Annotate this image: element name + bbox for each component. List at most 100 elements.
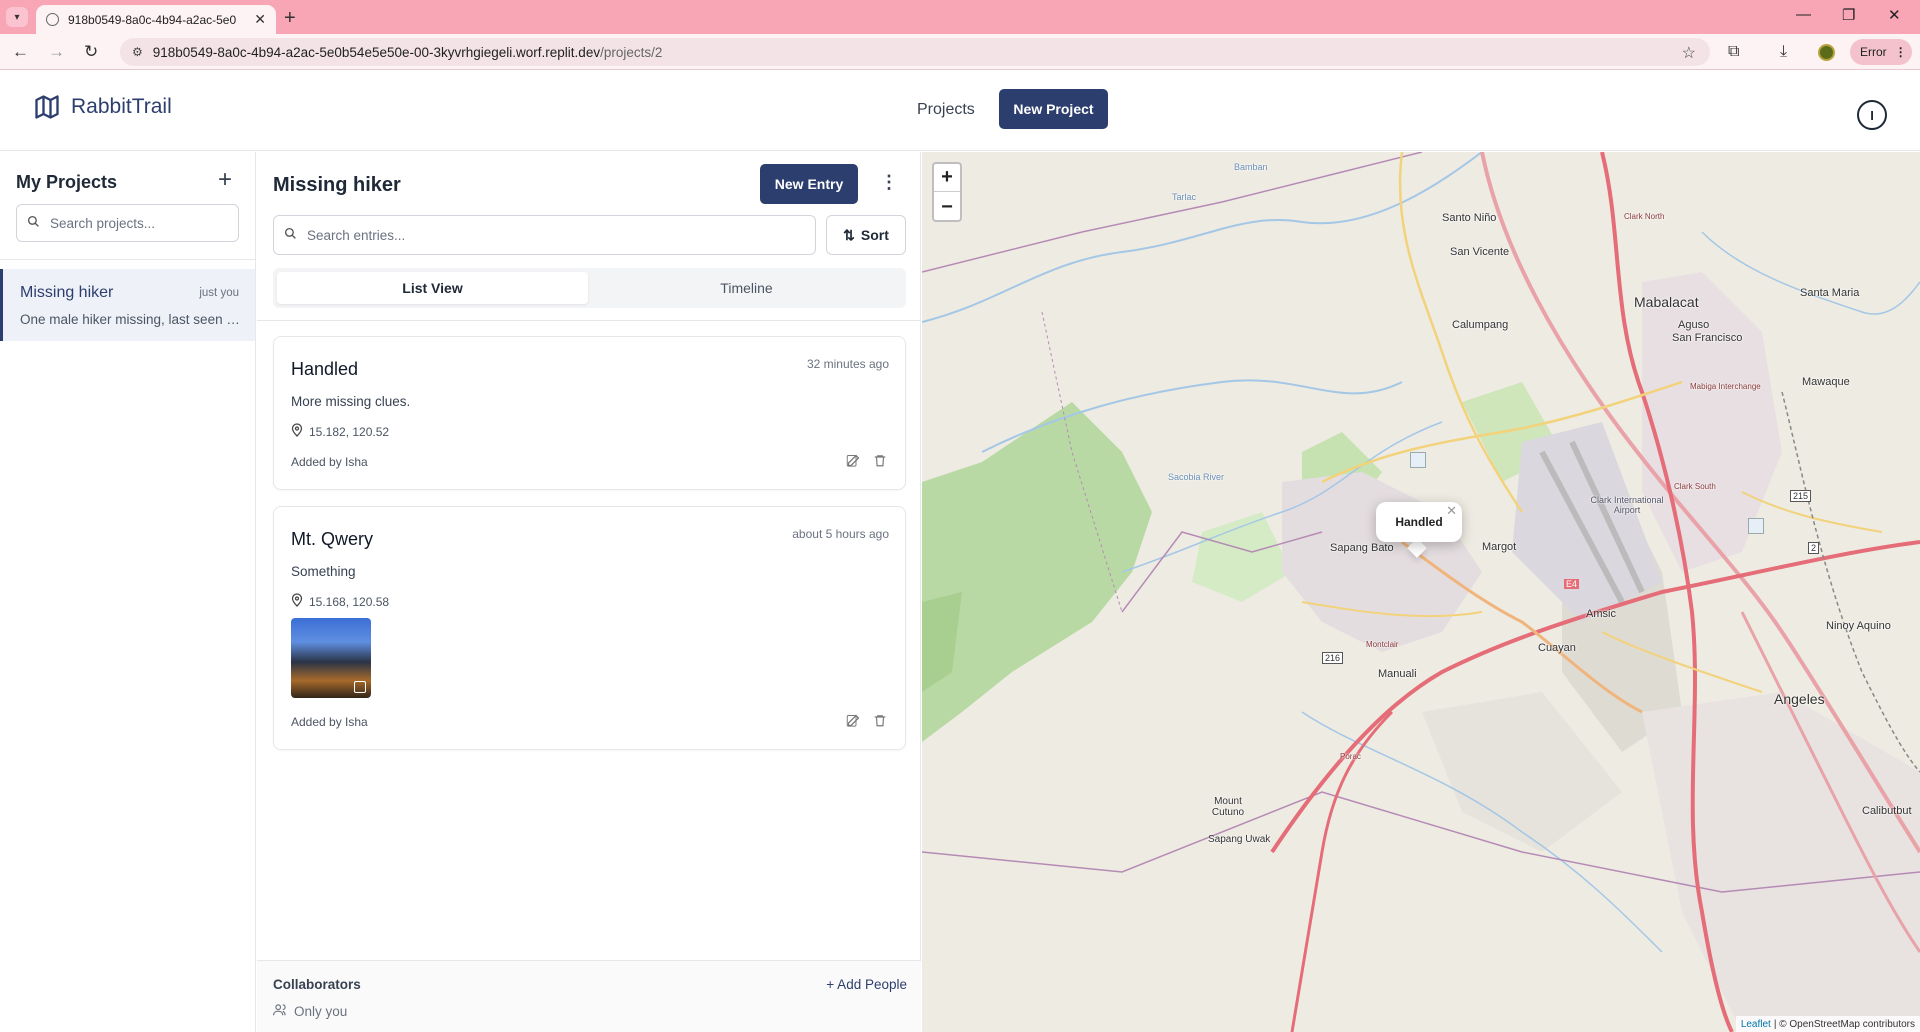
sidebar-title: My Projects [16, 172, 118, 192]
user-avatar[interactable]: I [1857, 100, 1887, 130]
trash-icon[interactable] [873, 713, 887, 733]
leaflet-link[interactable]: Leaflet [1741, 1019, 1771, 1030]
back-button[interactable]: ← [12, 42, 29, 62]
map-icon [35, 95, 59, 119]
new-project-button[interactable]: New Project [999, 89, 1108, 129]
entry-coordinates: 15.182, 120.52 [291, 423, 389, 440]
download-icon[interactable]: ⤓ [1780, 43, 1787, 61]
brand-logo[interactable]: RabbitTrail [33, 93, 172, 121]
entry-actions [846, 453, 887, 473]
image-icon [354, 681, 366, 693]
brand-name: RabbitTrail [71, 95, 172, 118]
trash-icon[interactable] [873, 453, 887, 473]
collaborators-list: Only you [273, 1003, 347, 1019]
url-host: 918b0549-8a0c-4b94-a2ac-5e0b54e5e50e-00-… [152, 44, 601, 60]
add-project-icon[interactable]: + [218, 166, 232, 194]
users-icon [273, 1003, 288, 1019]
map-label: San Francisco [1672, 332, 1743, 344]
map-label: Tarlac [1172, 192, 1197, 202]
project-search-placeholder: Search projects... [50, 215, 156, 231]
map-attribution: Leaflet | © OpenStreetMap contributors [1735, 1016, 1920, 1032]
sort-button[interactable]: ⇅ Sort [826, 215, 906, 255]
project-meta: just you [199, 287, 239, 299]
entry-actions [846, 713, 887, 733]
map-view[interactable]: Santo Niño San Vicente Calumpang Mabalac… [922, 152, 1920, 1032]
entry-description: Something [291, 564, 356, 579]
map-tiles [922, 152, 1920, 1032]
project-list-item[interactable]: Missing hiker just you One male hiker mi… [0, 269, 255, 341]
entry-coordinates-text: 15.182, 120.52 [309, 424, 390, 439]
app-header: RabbitTrail Projects New Project I [0, 71, 1920, 151]
entry-title: Handled [291, 359, 359, 379]
tab-search-button[interactable]: ▾ [6, 7, 28, 27]
tab-timeline[interactable]: Timeline [591, 272, 902, 304]
new-entry-button[interactable]: New Entry [760, 164, 858, 204]
map-label: Aguso [1678, 319, 1710, 331]
popup-close-icon[interactable]: ✕ [1446, 503, 1457, 519]
restore-button[interactable]: ❐ [1842, 6, 1855, 24]
more-options-icon[interactable]: ⋮ [880, 172, 898, 193]
edit-icon[interactable] [846, 453, 861, 473]
entry-timestamp: 32 minutes ago [806, 357, 889, 371]
map-label: Mawaque [1802, 376, 1850, 388]
new-tab-button[interactable]: + [284, 7, 296, 30]
map-label: Santa Maria [1800, 287, 1860, 299]
entry-card[interactable]: Handled 32 minutes ago More missing clue… [273, 336, 906, 490]
reload-button[interactable]: ↻ [84, 42, 98, 62]
entry-coordinates-text: 15.168, 120.58 [309, 594, 390, 609]
error-label: Error [1860, 45, 1887, 59]
profile-avatar[interactable] [1818, 44, 1835, 61]
nav-projects-link[interactable]: Projects [917, 101, 975, 119]
entry-marker[interactable] [1748, 518, 1764, 534]
entries-panel: Missing hiker New Entry ⋮ Search entries… [257, 152, 921, 1032]
entry-marker[interactable] [1410, 452, 1426, 468]
entry-author: Added by Isha [291, 455, 368, 469]
search-icon [27, 215, 40, 231]
map-pin-icon [291, 593, 303, 610]
entry-search-placeholder: Search entries... [307, 227, 406, 243]
entry-card[interactable]: Mt. Qwery about 5 hours ago Something 15… [273, 506, 906, 750]
entry-search-input[interactable]: Search entries... [273, 215, 816, 255]
entries-divider [257, 320, 921, 321]
road-shield: 2 [1808, 542, 1820, 554]
map-label: Mabiga Interchange [1690, 382, 1761, 391]
edit-icon[interactable] [846, 713, 861, 733]
osm-attribution: | © OpenStreetMap contributors [1773, 1018, 1915, 1030]
entry-title: Mt. Qwery [291, 529, 374, 549]
entry-author: Added by Isha [291, 715, 368, 729]
zoom-in-button[interactable]: + [934, 164, 960, 192]
map-label: Mount Cutuno [1211, 796, 1245, 818]
map-label: Manuali [1378, 668, 1417, 680]
address-bar[interactable]: ⚙ 918b0549-8a0c-4b94-a2ac-5e0b54e5e50e-0… [120, 38, 1710, 66]
tab-title: 918b0549-8a0c-4b94-a2ac-5e0 [68, 12, 237, 27]
extensions-icon[interactable]: ⧉ [1728, 43, 1739, 61]
map-label: Montclair [1366, 640, 1399, 649]
tab-list-view[interactable]: List View [277, 272, 588, 304]
error-menu-button[interactable]: Error ⋮ [1850, 39, 1912, 65]
close-tab-icon[interactable]: ✕ [254, 11, 266, 28]
map-label: Amsic [1586, 608, 1616, 620]
close-window-button[interactable]: ✕ [1888, 6, 1901, 24]
entry-photo-thumbnail[interactable] [291, 618, 371, 698]
view-toggle: List View Timeline [273, 268, 906, 308]
site-settings-icon[interactable]: ⚙ [132, 45, 143, 59]
zoom-out-button[interactable]: − [934, 193, 960, 221]
browser-tab[interactable]: 918b0549-8a0c-4b94-a2ac-5e0 ✕ [36, 5, 276, 34]
map-label: Calumpang [1452, 319, 1509, 331]
forward-button[interactable]: → [48, 42, 65, 62]
globe-icon [46, 13, 59, 26]
collaborators-title: Collaborators [273, 977, 361, 992]
map-label: San Vicente [1450, 246, 1510, 258]
bookmark-star-icon[interactable]: ☆ [1682, 43, 1696, 63]
project-search-input[interactable]: Search projects... [16, 204, 239, 242]
map-pin-icon [291, 423, 303, 440]
sort-label: Sort [860, 227, 889, 243]
map-label: Calibutbut [1862, 805, 1912, 817]
collaborators-only-you: Only you [294, 1003, 348, 1019]
minimize-button[interactable]: — [1796, 6, 1811, 23]
map-label: Sapang Uwak [1208, 834, 1271, 845]
map-label: Angeles [1774, 691, 1825, 707]
add-people-link[interactable]: + Add People [826, 977, 907, 992]
entry-coordinates: 15.168, 120.58 [291, 593, 389, 610]
map-label: Cuayan [1538, 642, 1576, 654]
